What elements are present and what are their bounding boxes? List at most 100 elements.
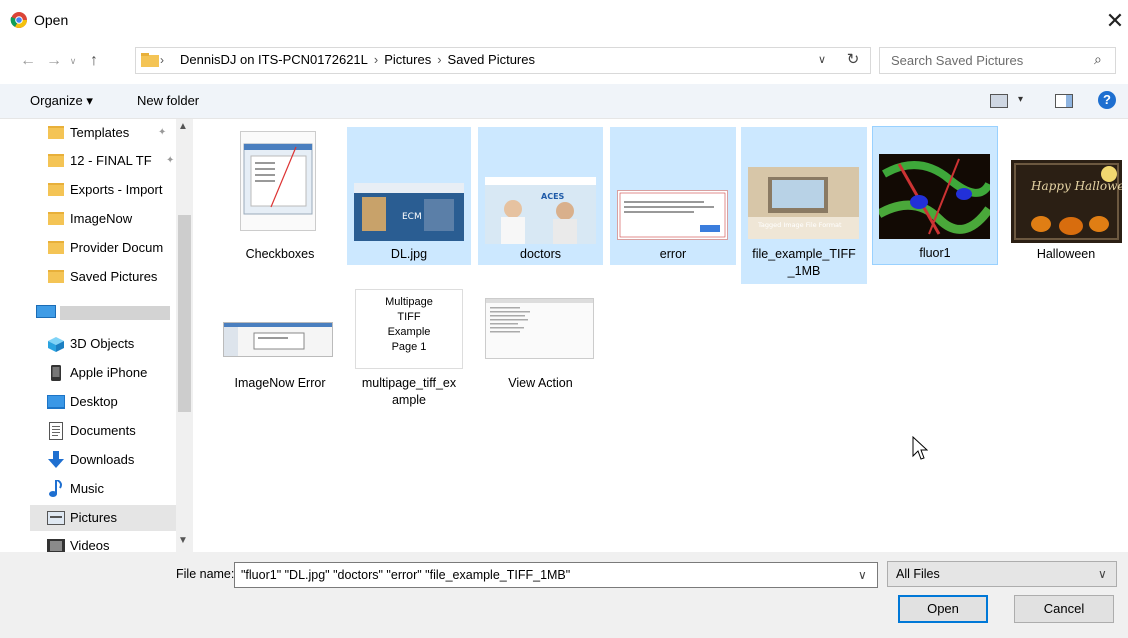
- back-button[interactable]: ←: [18, 50, 38, 72]
- file-name: Halloween: [1036, 247, 1096, 261]
- thumbnail-line: Multipage: [385, 296, 433, 308]
- file-thumbnail: ECM: [354, 183, 464, 241]
- sidebar-item-provider[interactable]: Provider Docum: [42, 235, 176, 261]
- file-name: ImageNow Error: [234, 376, 326, 390]
- sidebar-item-imagenow[interactable]: ImageNow: [42, 206, 176, 232]
- sidebar-item-pictures[interactable]: Pictures: [30, 505, 176, 531]
- file-tile-file-example-tiff[interactable]: Tagged Image File Format file_example_TI…: [741, 127, 867, 284]
- forward-button[interactable]: →: [44, 50, 64, 72]
- file-name-line-1: file_example_TIFF: [752, 247, 856, 261]
- scroll-up-icon[interactable]: ▲: [178, 121, 188, 132]
- search-icon[interactable]: ⌕: [1094, 51, 1110, 69]
- sidebar-item-label: Apple iPhone: [70, 365, 148, 380]
- file-type-dropdown-icon[interactable]: ∨: [1098, 567, 1107, 581]
- sidebar-item-label: 12 - FINAL TF: [70, 153, 152, 168]
- file-name-line-1: multipage_tiff_ex: [361, 376, 457, 390]
- address-dropdown-icon[interactable]: ∨: [818, 50, 834, 70]
- breadcrumb-item-computer[interactable]: DennisDJ on ITS-PCN0172621L: [180, 52, 368, 67]
- file-tile-imagenow-error[interactable]: ImageNow Error: [219, 287, 341, 425]
- scroll-down-icon[interactable]: ▼: [178, 535, 188, 546]
- folder-icon: [48, 126, 64, 139]
- thumbnail-line: Page 1: [391, 341, 427, 353]
- documents-icon: [49, 422, 63, 440]
- breadcrumb-item-pictures[interactable]: Pictures: [384, 52, 431, 67]
- file-tile-view-action[interactable]: View Action: [478, 287, 603, 425]
- refresh-icon[interactable]: ↻: [843, 49, 863, 71]
- search-placeholder: Search Saved Pictures: [891, 53, 1024, 68]
- window-title: Open: [34, 12, 69, 28]
- cancel-button[interactable]: Cancel: [1014, 595, 1114, 623]
- file-tile-dl-jpg[interactable]: ECM DL.jpg: [347, 127, 471, 265]
- sidebar-item-label: Exports - Import: [70, 182, 163, 197]
- breadcrumb-separator[interactable]: ›: [374, 52, 378, 67]
- pin-icon: ✦: [166, 155, 175, 166]
- sidebar-item-templates[interactable]: Templates ✦: [42, 120, 176, 146]
- file-tile-doctors[interactable]: ACES doctors: [478, 127, 603, 265]
- sidebar-item-label: Desktop: [70, 394, 118, 409]
- file-thumbnail: [876, 154, 993, 239]
- thumbnail-image: [241, 132, 315, 230]
- recent-locations-button[interactable]: ∨: [66, 50, 80, 72]
- file-name-label: File name:: [176, 567, 235, 581]
- folder-icon: [141, 53, 159, 67]
- up-button[interactable]: ↑: [84, 50, 104, 72]
- file-tile-fluor1[interactable]: fluor1: [872, 126, 998, 265]
- thumbnail-line: TIFF: [397, 311, 421, 323]
- file-thumbnail: Tagged Image File Format: [748, 167, 859, 239]
- thumbnail-image: [224, 323, 332, 356]
- help-icon[interactable]: ?: [1098, 91, 1116, 109]
- file-name-dropdown-icon[interactable]: ∨: [858, 568, 867, 582]
- breadcrumb-item-saved-pictures[interactable]: Saved Pictures: [448, 52, 535, 67]
- file-thumbnail: [223, 322, 333, 357]
- breadcrumb-chevron-icon[interactable]: ›: [160, 52, 174, 68]
- folder-icon: [48, 183, 64, 196]
- sidebar-item-downloads[interactable]: Downloads: [42, 447, 176, 473]
- sidebar-item-label: Provider Docum: [70, 240, 164, 255]
- sidebar-item-documents[interactable]: Documents: [42, 418, 176, 444]
- file-tile-multipage-tiff[interactable]: Multipage TIFF Example Page 1 multipage_…: [347, 287, 471, 425]
- pictures-icon: [47, 511, 65, 525]
- organize-menu-button[interactable]: Organize ▾: [30, 93, 93, 109]
- file-tile-checkboxes[interactable]: Checkboxes: [219, 127, 341, 265]
- folder-icon: [48, 241, 64, 254]
- new-folder-button[interactable]: New folder: [137, 93, 199, 108]
- sidebar-item-saved-pictures[interactable]: Saved Pictures: [42, 264, 176, 290]
- thumbnail-text: ACES: [541, 192, 565, 201]
- close-button[interactable]: ✕: [1104, 8, 1126, 34]
- scroll-thumb[interactable]: [178, 215, 191, 412]
- file-thumbnail: Happy Halloween: [1011, 160, 1128, 243]
- thumbnail-image: [876, 154, 993, 239]
- file-name: error: [659, 247, 687, 261]
- chrome-icon: [10, 12, 27, 28]
- thumbnail-image: [619, 192, 726, 238]
- desktop-icon: [47, 395, 65, 409]
- preview-pane-icon[interactable]: [1055, 94, 1073, 108]
- sidebar-item-3d-objects[interactable]: 3D Objects: [42, 331, 176, 357]
- music-icon: [49, 480, 62, 497]
- view-options-icon[interactable]: [990, 94, 1008, 108]
- file-name-line-2: _1MB: [787, 264, 821, 278]
- file-name: DL.jpg: [390, 247, 428, 261]
- file-name-value[interactable]: "fluor1" "DL.jpg" "doctors" "error" "fil…: [241, 568, 570, 582]
- open-button[interactable]: Open: [898, 595, 988, 623]
- file-tile-error[interactable]: error: [610, 127, 736, 265]
- file-tile-halloween[interactable]: Happy Halloween Halloween: [1004, 127, 1128, 265]
- sidebar-item-music[interactable]: Music: [42, 476, 176, 502]
- sidebar-item-label: Videos: [70, 538, 110, 552]
- sidebar-item-apple-iphone[interactable]: Apple iPhone: [42, 360, 176, 386]
- folder-icon: [48, 212, 64, 225]
- sidebar-item-label: Saved Pictures: [70, 269, 158, 284]
- sidebar-item-12-final[interactable]: 12 - FINAL TF ✦: [42, 148, 176, 174]
- folder-icon: [48, 270, 64, 283]
- phone-icon: [51, 365, 61, 381]
- view-dropdown-icon[interactable]: ▾: [1018, 94, 1023, 105]
- file-type-value[interactable]: All Files: [896, 567, 940, 581]
- title-bar: [0, 0, 1128, 44]
- file-thumbnail: [240, 131, 316, 231]
- sidebar-item-label: 3D Objects: [70, 336, 135, 351]
- breadcrumb-separator[interactable]: ›: [437, 52, 441, 67]
- sidebar-item-videos[interactable]: Videos: [42, 533, 176, 552]
- thumbnail-text: Tagged Image File Format: [757, 221, 842, 229]
- sidebar-item-desktop[interactable]: Desktop: [42, 389, 176, 415]
- sidebar-item-exports[interactable]: Exports - Import: [42, 177, 176, 203]
